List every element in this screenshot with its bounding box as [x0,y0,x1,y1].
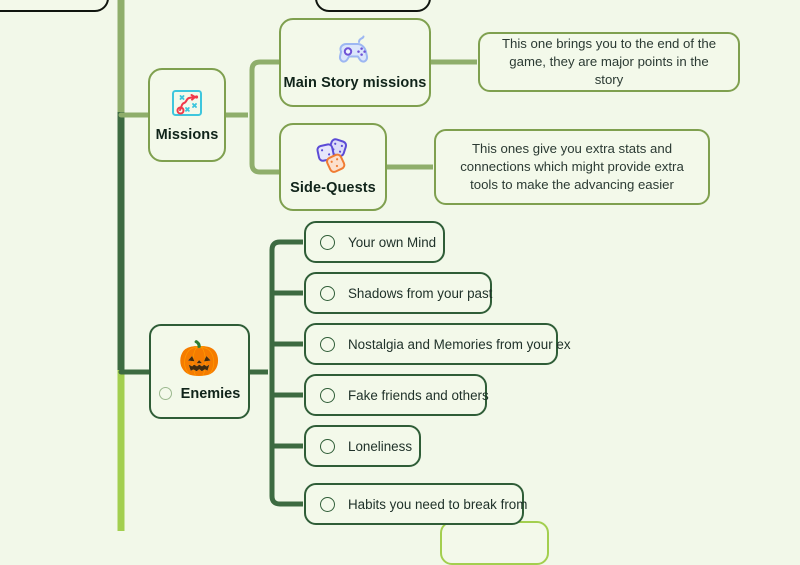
enemy-item-label: Fake friends and others [348,387,489,403]
node-enemies[interactable]: 🎃 Enemies [149,324,250,419]
node-main-story-missions[interactable]: Main Story missions [279,18,431,107]
node-missions[interactable]: Missions [148,68,226,162]
checkbox-circle[interactable] [320,336,335,352]
clipped-node-top-center[interactable] [315,0,431,12]
checkbox-circle[interactable] [320,285,335,301]
enemy-item-label: Habits you need to break from [348,496,528,512]
enemies-status-circle[interactable] [158,387,172,400]
game-controller-icon [333,33,377,69]
note-main-story-missions[interactable]: This one brings you to the end of the ga… [478,32,740,92]
jack-o-lantern-emoji: 🎃 [178,339,221,378]
enemy-item-label: Nostalgia and Memories from your ex [348,336,571,352]
dice-icon [313,136,353,174]
node-missions-label: Missions [155,127,219,143]
mindmap-canvas: Missions Main Story missions Side-Quests… [0,0,800,565]
node-main-story-missions-label: Main Story missions [283,74,427,91]
enemy-item-label: Shadows from your past [348,285,493,301]
enemy-item-habits-you-need-to-break-from[interactable]: Habits you need to break from [304,483,528,525]
checkbox-circle[interactable] [320,438,335,454]
enemy-item-shadows-from-your-past[interactable]: Shadows from your past [304,272,492,314]
checkbox-circle[interactable] [320,496,335,512]
clipped-node-top-left[interactable] [0,0,109,12]
enemy-item-your-own-mind[interactable]: Your own Mind [304,221,445,263]
enemy-item-label: Loneliness [348,438,413,454]
note-side-quests[interactable]: This ones give you extra stats and conne… [434,129,710,205]
node-enemies-label: Enemies [180,385,241,402]
clipped-node-bottom[interactable] [440,521,549,565]
enemy-item-label: Your own Mind [348,234,437,250]
node-side-quests-label: Side-Quests [290,180,376,196]
strategy-board-icon [169,85,205,121]
checkbox-circle[interactable] [320,234,335,250]
node-side-quests[interactable]: Side-Quests [279,123,387,211]
enemy-item-nostalgia-and-memories[interactable]: Nostalgia and Memories from your ex [304,323,571,365]
enemy-item-fake-friends-and-others[interactable]: Fake friends and others [304,374,489,416]
checkbox-circle[interactable] [320,387,335,403]
enemy-item-loneliness[interactable]: Loneliness [304,425,421,467]
